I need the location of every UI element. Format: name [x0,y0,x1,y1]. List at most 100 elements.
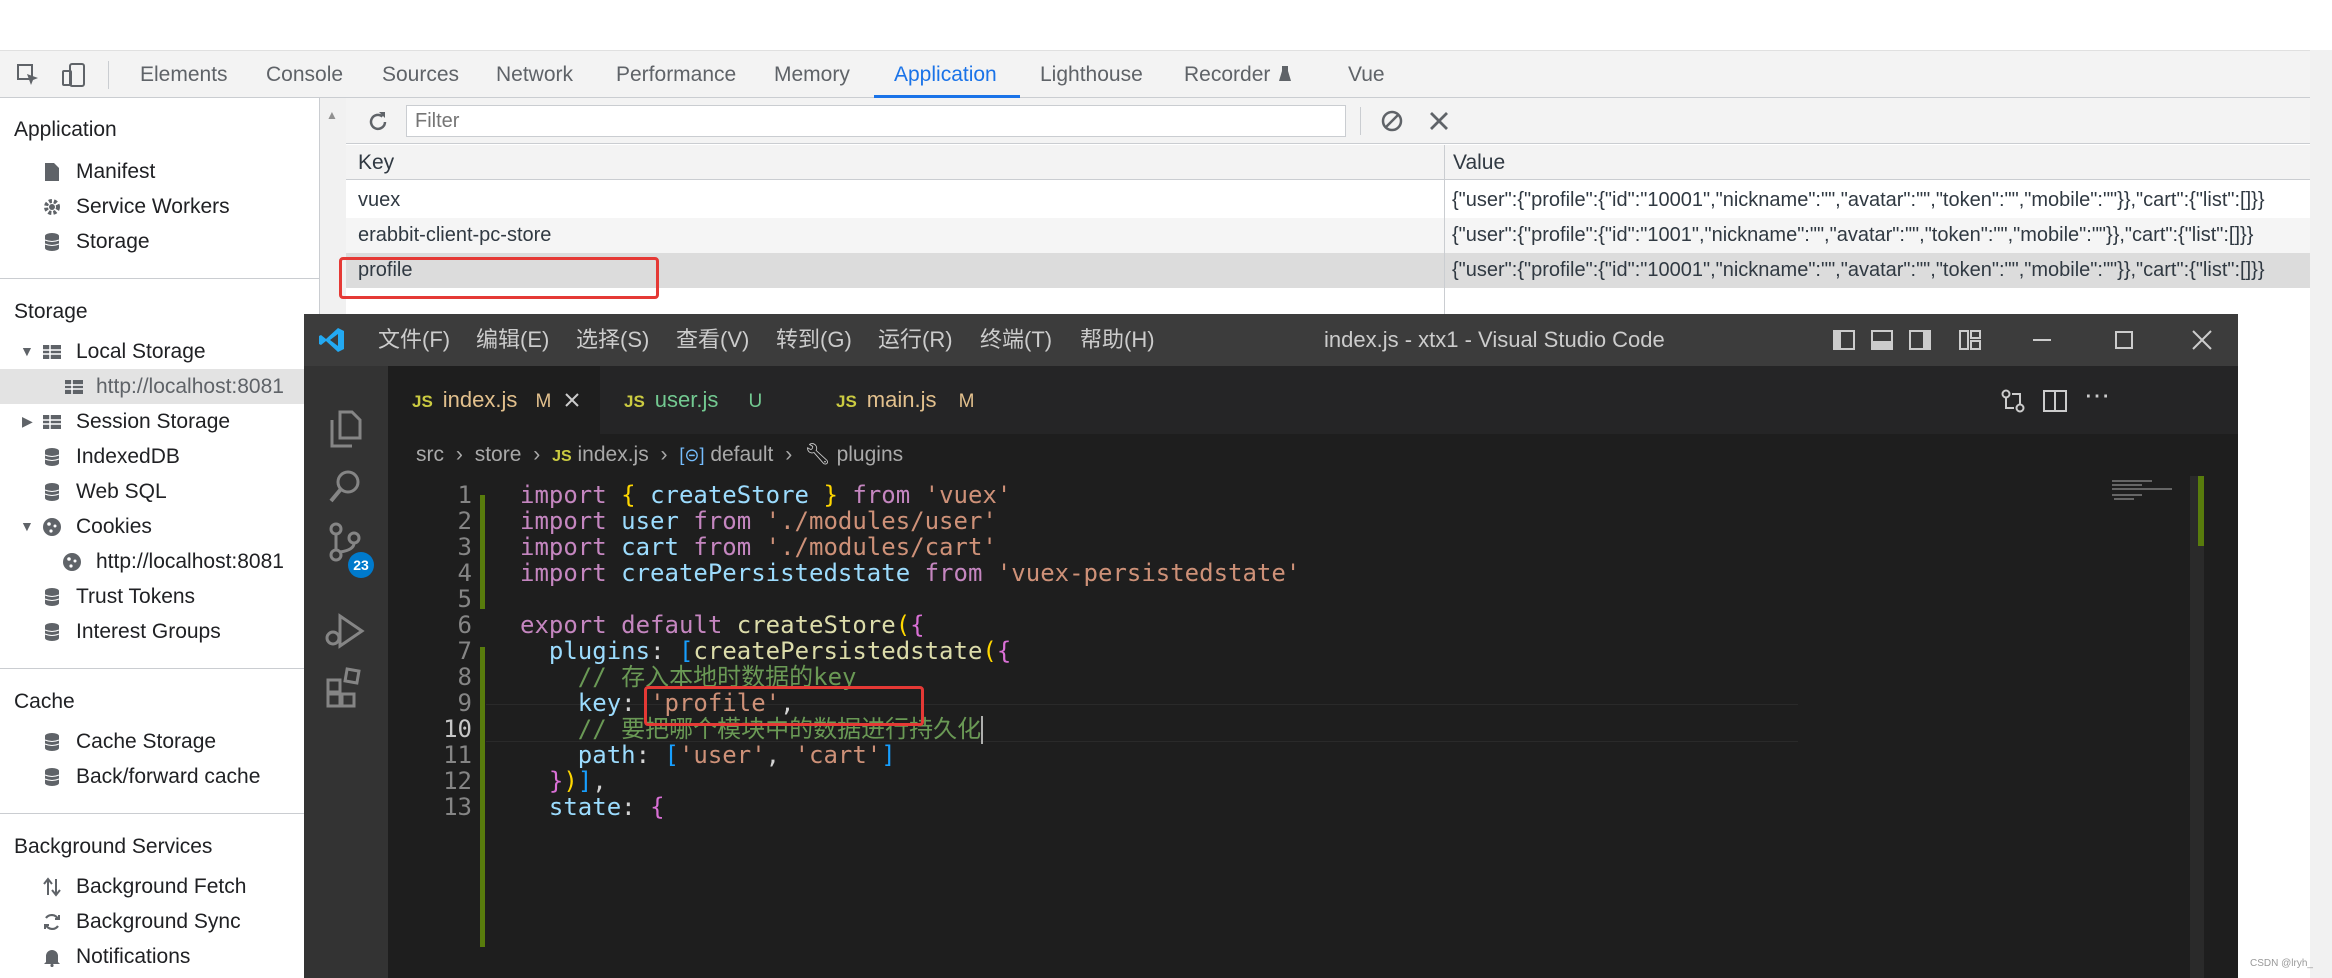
database-icon [44,233,60,251]
clear-all-icon[interactable] [1380,109,1404,133]
sidebar-item-manifest[interactable]: Manifest [0,154,320,189]
sidebar-item-label: Web SQL [76,480,167,503]
minimize-icon[interactable] [2030,328,2054,352]
sidebar-item-background-fetch[interactable]: Background Fetch [0,869,320,904]
code-line-4: import createPersistedstate from 'vuex-p… [520,559,1301,587]
code-editor[interactable]: 1 2 3 4 5 6 7 8 9 10 11 12 13 import { c… [388,476,2238,978]
inspect-element-icon[interactable] [16,63,40,87]
menu-terminal[interactable]: 终端(T) [980,314,1052,366]
section-title-cache: Cache [14,690,75,713]
tab-memory[interactable]: Memory [774,51,850,98]
breadcrumb-plugins[interactable]: plugins [837,443,904,466]
sidebar-item-background-sync[interactable]: Background Sync [0,904,320,939]
sidebar-item-interest-groups[interactable]: Interest Groups [0,614,320,649]
tab-git-status: U [748,391,763,412]
split-editor-icon[interactable] [2042,388,2068,414]
close-tab-icon[interactable] [564,392,580,408]
tab-console[interactable]: Console [266,51,343,98]
editor-tabs: JS index.js M JS user.js U JS main.js M ⋯ [388,366,2238,434]
explorer-icon[interactable] [326,408,366,448]
database-icon [44,623,60,641]
row-key: erabbit-client-pc-store [358,224,552,246]
device-toolbar-icon[interactable] [62,63,86,87]
sidebar-item-back-forward-cache[interactable]: Back/forward cache [0,759,320,794]
sidebar-item-service-workers[interactable]: Service Workers [0,189,320,224]
expand-down-icon[interactable]: ▼ [20,334,34,369]
expand-right-icon[interactable]: ▶ [22,404,33,439]
section-title-application: Application [14,118,117,141]
sidebar-item-cookies-origin[interactable]: http://localhost:8081 [0,544,320,579]
delete-selected-icon[interactable] [1428,110,1450,132]
tab-label: user.js [654,387,719,412]
menu-go[interactable]: 转到(G) [776,314,852,366]
menu-edit[interactable]: 编辑(E) [476,314,549,366]
scroll-up-arrow-icon[interactable]: ▲ [326,108,338,122]
tab-application[interactable]: Application [894,51,997,98]
filter-input[interactable] [406,105,1346,137]
sidebar-divider [0,813,320,814]
tab-lighthouse[interactable]: Lighthouse [1040,51,1143,98]
menu-view[interactable]: 查看(V) [676,314,749,366]
tab-main-js[interactable]: JS main.js M [812,366,982,434]
sidebar-item-label: IndexedDB [76,445,180,468]
up-down-arrows-icon [43,877,61,897]
toggle-secondary-sidebar-icon[interactable] [1908,328,1932,352]
chevron-right-icon: › [785,443,793,466]
sidebar-item-trust-tokens[interactable]: Trust Tokens [0,579,320,614]
column-header-value[interactable]: Value [1445,145,2332,180]
sidebar-item-label: Interest Groups [76,620,221,643]
refresh-icon[interactable] [366,110,390,134]
tab-vue[interactable]: Vue [1348,51,1385,98]
table-row[interactable]: vuex {"user":{"profile":{"id":"10001","n… [346,183,2332,218]
tab-elements[interactable]: Elements [140,51,228,98]
editor-scrollbar[interactable] [2190,476,2204,978]
sidebar-item-cache-storage[interactable]: Cache Storage [0,724,320,759]
tab-user-js[interactable]: JS user.js U [600,366,762,434]
toggle-panel-icon[interactable] [1870,328,1894,352]
sidebar-item-storage[interactable]: Storage [0,224,320,259]
breadcrumb-src[interactable]: src [416,443,444,466]
menu-file[interactable]: 文件(F) [378,314,450,366]
sidebar-item-cookies[interactable]: ▼ Cookies [0,509,320,544]
row-value: {"user":{"profile":{"id":"10001","nickna… [1452,259,2265,281]
maximize-icon[interactable] [2112,328,2136,352]
extensions-icon[interactable] [324,666,366,708]
vscode-window: 文件(F) 编辑(E) 选择(S) 查看(V) 转到(G) 运行(R) 终端(T… [304,314,2238,978]
table-row[interactable]: erabbit-client-pc-store {"user":{"profil… [346,218,2332,253]
close-window-icon[interactable] [2190,328,2214,352]
more-actions-icon[interactable]: ⋯ [2084,380,2111,411]
activity-bar: 23 [304,366,388,978]
scrollbar-change-marker [2198,476,2204,546]
sidebar-item-web-sql[interactable]: Web SQL [0,474,320,509]
expand-down-icon[interactable]: ▼ [20,509,34,544]
sidebar-item-indexeddb[interactable]: IndexedDB [0,439,320,474]
gear-icon [44,199,60,215]
table-icon [43,415,61,429]
tab-sources[interactable]: Sources [382,51,459,98]
menu-run[interactable]: 运行(R) [878,314,953,366]
tab-git-status: M [958,391,975,412]
breadcrumb-store[interactable]: store [475,443,522,466]
breadcrumb-default[interactable]: default [710,443,773,466]
tab-recorder[interactable]: Recorder [1184,51,1270,98]
menu-selection[interactable]: 选择(S) [576,314,649,366]
sidebar-item-local-storage-origin[interactable]: http://localhost:8081 [0,369,320,404]
run-debug-icon[interactable] [324,610,366,652]
tab-network[interactable]: Network [496,51,573,98]
js-file-icon: JS [624,392,645,411]
toggle-sidebar-icon[interactable] [1832,328,1856,352]
tab-index-js[interactable]: JS index.js M [388,366,600,434]
customize-layout-icon[interactable] [1958,328,1982,352]
page-scrollbar[interactable] [2310,50,2332,978]
sidebar-item-local-storage[interactable]: ▼ Local Storage [0,334,320,369]
sidebar-item-notifications[interactable]: Notifications [0,939,320,974]
sidebar-item-label: Background Fetch [76,875,247,898]
column-header-key[interactable]: Key [346,145,1444,180]
open-changes-icon[interactable] [2000,388,2026,414]
sidebar-item-session-storage[interactable]: ▶ Session Storage [0,404,320,439]
tab-performance[interactable]: Performance [616,51,736,98]
menu-help[interactable]: 帮助(H) [1080,314,1155,366]
sidebar-item-label: Notifications [76,945,191,968]
breadcrumb-file[interactable]: index.js [577,443,648,466]
search-icon[interactable] [326,466,366,506]
